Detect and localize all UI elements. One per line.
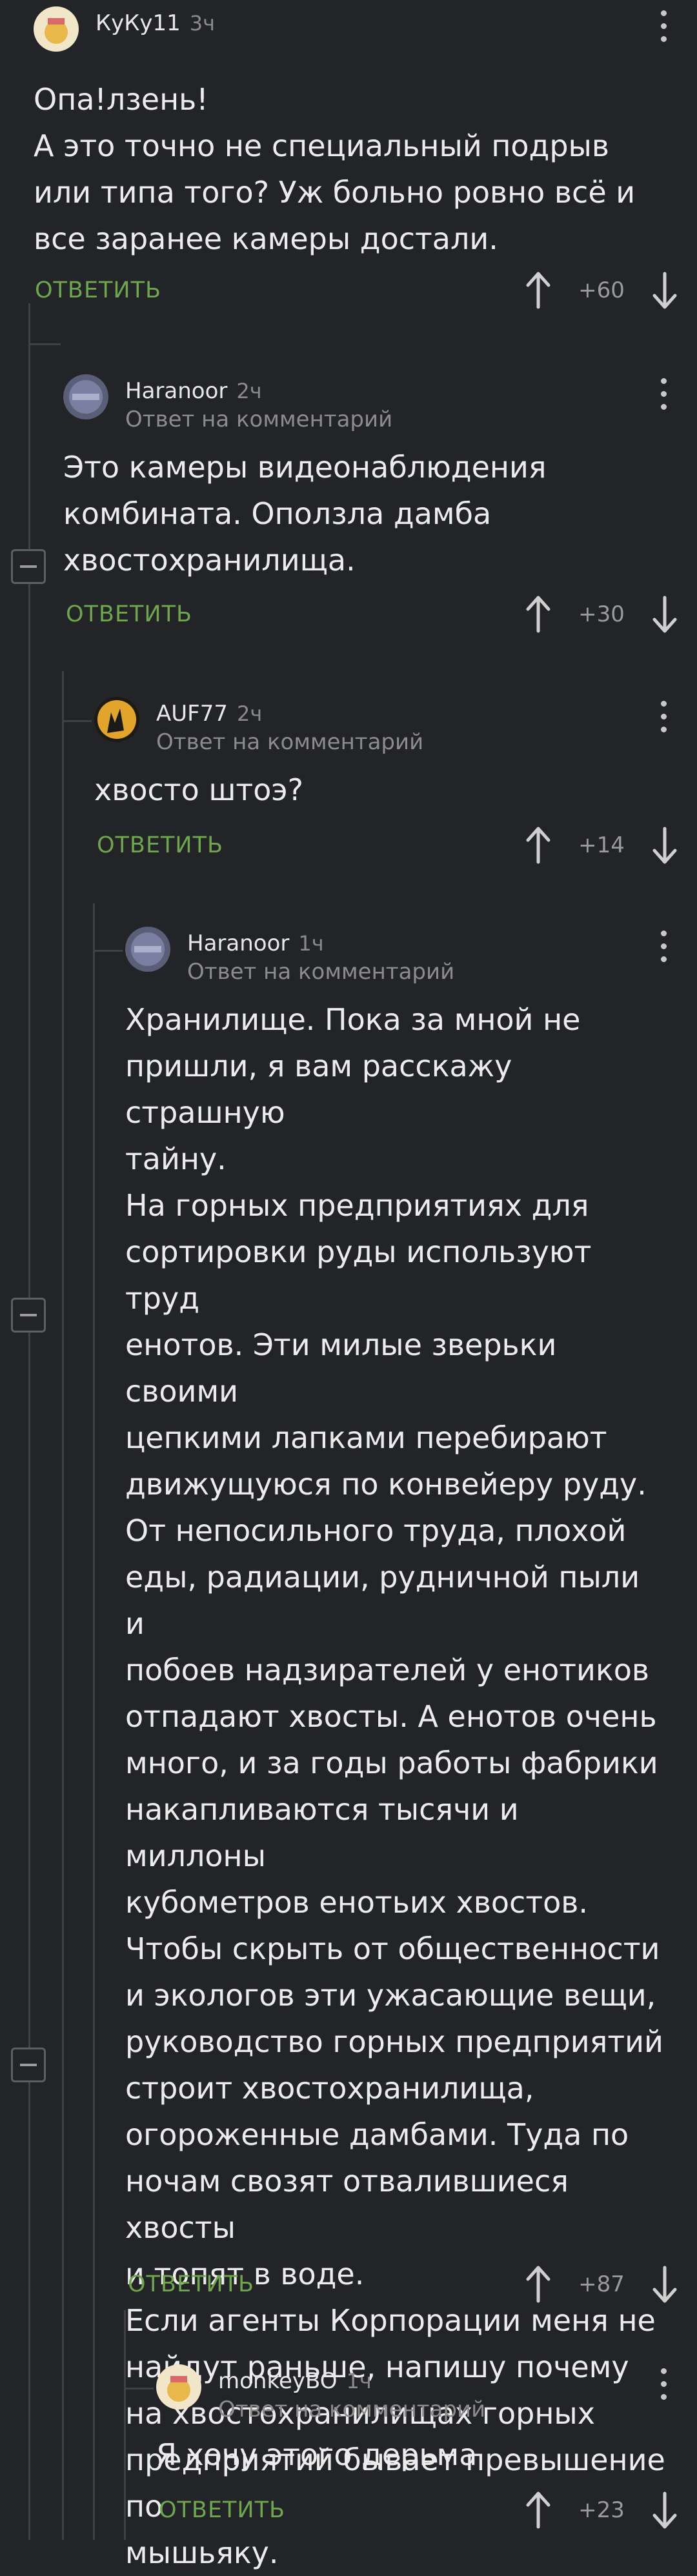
reply-to-label[interactable]: Ответ на комментарий (156, 729, 423, 755)
comment-username[interactable]: Haranoor 2ч (125, 378, 262, 404)
avatar[interactable] (63, 374, 108, 419)
thread-branch-2 (62, 720, 92, 722)
reply-button[interactable]: ОТВЕТИТЬ (159, 2497, 285, 2523)
reply-to-label[interactable]: Ответ на комментарий (187, 959, 454, 985)
avatar[interactable] (125, 927, 170, 972)
reply-button[interactable]: ОТВЕТИТЬ (35, 277, 161, 303)
comment-score: +60 (578, 277, 625, 303)
avatar[interactable] (34, 6, 79, 52)
reply-button[interactable]: ОТВЕТИТЬ (66, 601, 192, 627)
downvote-icon[interactable] (651, 595, 679, 634)
more-options-icon[interactable] (657, 931, 670, 963)
avatar[interactable] (94, 697, 139, 742)
upvote-icon[interactable] (524, 2265, 552, 2304)
reply-button[interactable]: ОТВЕТИТЬ (128, 2271, 254, 2297)
downvote-icon[interactable] (651, 826, 679, 865)
comment-score: +23 (578, 2497, 625, 2523)
vote-controls: +14 (524, 826, 679, 865)
upvote-icon[interactable] (524, 271, 552, 310)
more-options-icon[interactable] (657, 378, 670, 410)
collapse-thread-button[interactable] (11, 549, 46, 584)
comment-time: 1ч (346, 2369, 372, 2393)
reply-to-label[interactable]: Ответ на комментарий (125, 407, 392, 432)
vote-controls: +87 (524, 2265, 679, 2304)
comment-time: 3ч (189, 11, 216, 35)
minus-icon (20, 2064, 37, 2066)
thread-branch-3 (93, 950, 123, 952)
vote-controls: +23 (524, 2491, 679, 2530)
reply-to-label[interactable]: Ответ на комментарий (218, 2397, 485, 2422)
reply-button[interactable]: ОТВЕТИТЬ (97, 832, 223, 858)
more-options-icon[interactable] (657, 10, 670, 43)
minus-icon (20, 1314, 37, 1316)
comment-score: +87 (578, 2271, 625, 2297)
comment-username[interactable]: AUF77 2ч (156, 701, 262, 727)
comment-username[interactable]: КуКу11 3ч (96, 10, 215, 36)
comment-score: +30 (578, 601, 625, 627)
minus-icon (20, 565, 37, 568)
comment-text: Это камеры видеонаблюдения комбината. Оп… (63, 450, 547, 578)
upvote-icon[interactable] (524, 595, 552, 634)
collapse-thread-button[interactable] (11, 1298, 46, 1333)
more-options-icon[interactable] (657, 701, 670, 733)
comment-time: 1ч (298, 931, 324, 956)
downvote-icon[interactable] (651, 271, 679, 310)
comment-time: 2ч (236, 379, 262, 403)
comment-username[interactable]: Haranoor 1ч (187, 931, 324, 956)
vote-controls: +60 (524, 271, 679, 310)
comment-text: Я хочу этого дерьма (156, 2437, 478, 2472)
upvote-icon[interactable] (524, 826, 552, 865)
downvote-icon[interactable] (651, 2491, 679, 2530)
comment-text: Опа!лзень! А это точно не специальный по… (34, 82, 636, 256)
comment-score: +14 (578, 832, 625, 858)
comment-text: Хранилище. Пока за мной не пришли, я вам… (125, 1002, 665, 2570)
comment-text: хвосто штоэ? (94, 772, 304, 807)
comment-username[interactable]: monkeyBO 1ч (218, 2368, 372, 2394)
upvote-icon[interactable] (524, 2491, 552, 2530)
vote-controls: +30 (524, 595, 679, 634)
thread-branch-1 (28, 343, 61, 345)
collapse-thread-button[interactable] (11, 2048, 46, 2082)
avatar[interactable] (156, 2364, 201, 2410)
thread-line-level-1 (28, 303, 30, 2540)
downvote-icon[interactable] (651, 2265, 679, 2304)
more-options-icon[interactable] (657, 2368, 670, 2400)
thread-line-level-2 (62, 671, 64, 2540)
comment-time: 2ч (236, 701, 263, 726)
thread-line-level-3 (93, 903, 95, 2540)
